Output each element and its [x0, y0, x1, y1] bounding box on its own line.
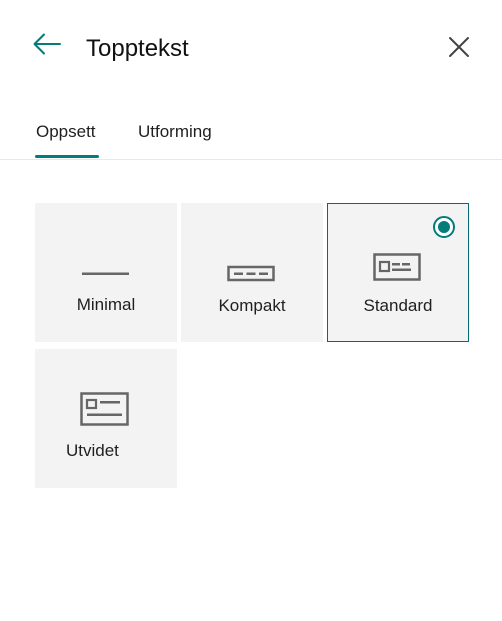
- header-settings-panel: Topptekst Oppsett Utforming Minimal Komp…: [0, 0, 502, 621]
- layout-option-compact[interactable]: Kompakt: [181, 203, 323, 342]
- layout-option-label: Minimal: [76, 295, 136, 314]
- layout-option-minimal[interactable]: Minimal: [35, 203, 177, 342]
- compact-layout-icon: [227, 265, 275, 282]
- panel-title: Topptekst: [86, 35, 189, 62]
- active-tab-indicator: [35, 155, 99, 158]
- layout-option-standard[interactable]: Standard: [327, 203, 469, 342]
- layout-option-label: Standard: [363, 296, 433, 315]
- tab-layout[interactable]: Oppsett: [36, 121, 96, 143]
- close-button[interactable]: [446, 34, 472, 60]
- layout-option-label: Kompakt: [218, 296, 286, 315]
- tab-divider: [0, 159, 502, 160]
- close-icon: [449, 37, 469, 57]
- arrow-left-icon: [33, 33, 61, 55]
- tab-design[interactable]: Utforming: [138, 121, 212, 143]
- standard-layout-icon: [373, 253, 421, 281]
- extended-layout-icon: [80, 392, 129, 426]
- minimal-layout-icon: [82, 272, 129, 275]
- layout-option-label: Utvidet: [66, 441, 119, 460]
- selected-radio-indicator: [433, 216, 455, 238]
- back-button[interactable]: [31, 30, 63, 58]
- layout-option-extended[interactable]: Utvidet: [35, 349, 177, 488]
